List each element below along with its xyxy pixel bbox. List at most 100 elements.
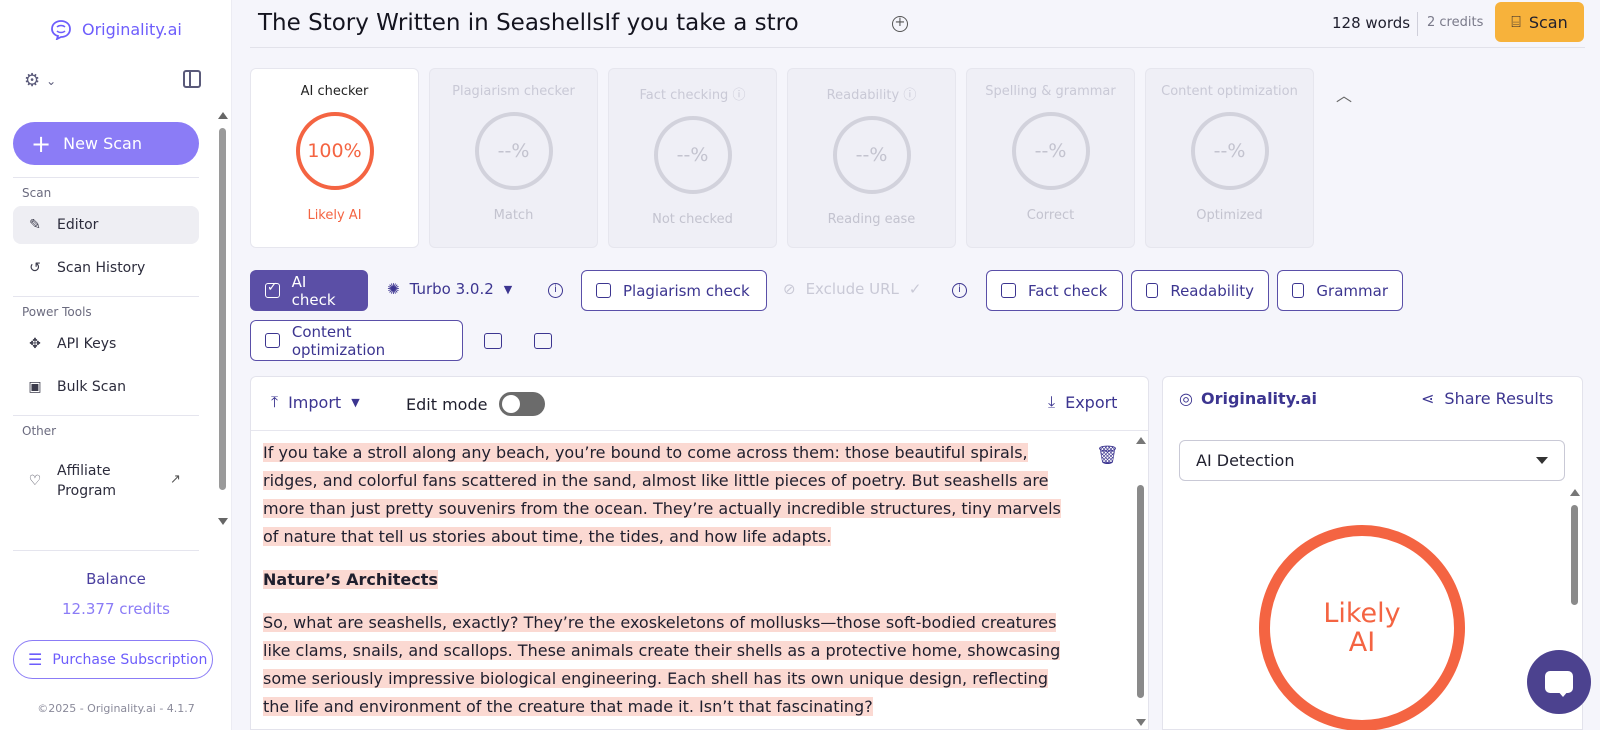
checkbox-icon xyxy=(265,333,280,348)
option-label: Content optimization xyxy=(291,322,386,359)
trash-icon[interactable]: 🗑 xyxy=(1096,445,1119,466)
sidebar-item-api-keys[interactable]: ✥ API Keys xyxy=(13,325,199,363)
info-icon: ⓘ xyxy=(903,88,917,103)
chevron-up-icon[interactable]: ︿ xyxy=(1336,82,1352,106)
video-icon[interactable] xyxy=(484,333,502,349)
editor-text[interactable]: If you take a stroll along any beach, yo… xyxy=(263,439,1073,730)
results-scrollbar[interactable] xyxy=(1571,505,1578,605)
card-subtitle: Match xyxy=(493,208,534,223)
sidebar-item-scan-history[interactable]: ↺ Scan History xyxy=(13,249,199,287)
bulk-scan-icon: ▣ xyxy=(28,379,42,395)
ai-check-toggle[interactable]: AI check xyxy=(250,270,368,311)
sidebar-item-bulk-scan[interactable]: ▣ Bulk Scan xyxy=(13,368,199,406)
option-label: Readability xyxy=(1170,281,1254,300)
affiliate-line-1: Affiliate xyxy=(57,463,111,479)
info-icon[interactable]: i xyxy=(548,283,563,298)
card-ai-checker[interactable]: AI checker 100% Likely AI xyxy=(250,68,419,248)
import-button[interactable]: ⤒ Import ▼ xyxy=(271,392,360,412)
export-button[interactable]: ⤓ Export xyxy=(1048,392,1117,412)
score-ring: --% xyxy=(1011,112,1090,190)
chat-feedback-icon[interactable] xyxy=(534,333,552,349)
card-plagiarism[interactable]: Plagiarism checker --% Match xyxy=(429,68,598,248)
option-label: Fact check xyxy=(1028,281,1108,300)
check-icon: ✓ xyxy=(908,280,922,298)
score-value: 100% xyxy=(307,140,362,162)
new-scan-button[interactable]: + New Scan xyxy=(13,122,199,165)
sidebar-item-editor[interactable]: ✎ Editor xyxy=(13,206,199,244)
verdict-line-1: Likely xyxy=(1323,598,1401,629)
option-label: Plagiarism check xyxy=(623,281,750,300)
scan-button[interactable]: ⌸ Scan xyxy=(1495,2,1584,42)
scroll-up-arrow[interactable] xyxy=(218,112,228,119)
checkbox-icon xyxy=(1146,283,1159,298)
section-label-other: Other xyxy=(22,424,57,438)
share-results-button[interactable]: ⋖ Share Results xyxy=(1421,389,1553,408)
title-underline xyxy=(250,47,1585,48)
plus-icon: + xyxy=(31,129,52,158)
scroll-down-arrow[interactable] xyxy=(1136,719,1146,726)
balance-title: Balance xyxy=(86,570,146,588)
affiliate-line-2: Program xyxy=(57,483,117,499)
collapse-sidebar-icon[interactable] xyxy=(183,70,201,88)
paragraph: If you take a stroll along any beach, yo… xyxy=(263,439,1073,551)
settings-menu[interactable]: ⚙ ⌄ xyxy=(24,70,56,91)
caret-down-icon xyxy=(1536,457,1548,464)
new-scan-label: New Scan xyxy=(63,134,142,153)
info-icon: ⓘ xyxy=(732,88,746,103)
import-label: Import xyxy=(288,392,342,412)
divider xyxy=(13,296,199,297)
section-label-scan: Scan xyxy=(22,186,52,200)
scroll-up-arrow[interactable] xyxy=(1570,489,1580,496)
checkbox-icon xyxy=(265,280,280,298)
card-subtitle: Not checked xyxy=(652,212,733,227)
score-ring: 100% xyxy=(295,112,374,190)
detection-type-select[interactable]: AI Detection xyxy=(1179,440,1565,481)
results-panel: ◎ Originality.ai ⋖ Share Results AI Dete… xyxy=(1162,376,1583,730)
card-subtitle: Correct xyxy=(1026,208,1075,223)
card-subtitle: Optimized xyxy=(1196,208,1263,223)
plagiarism-check-toggle[interactable]: Plagiarism check xyxy=(581,270,767,311)
card-title: Fact checking ⓘ xyxy=(609,84,776,103)
scroll-up-arrow[interactable] xyxy=(1136,437,1146,444)
results-brand: ◎ Originality.ai xyxy=(1179,389,1317,408)
word-count: 128 words xyxy=(1332,14,1411,32)
link-off-icon: ⊘ xyxy=(783,280,796,298)
divider xyxy=(1417,12,1418,36)
document-title[interactable]: The Story Written in SeashellsIf you tak… xyxy=(258,10,799,36)
card-title: Readability ⓘ xyxy=(788,84,955,103)
history-icon: ↺ xyxy=(29,260,41,276)
card-spelling-grammar[interactable]: Spelling & grammar --% Correct xyxy=(966,68,1135,248)
results-brand-name: Originality.ai xyxy=(1200,389,1318,408)
brand-logo[interactable]: Originality.ai xyxy=(48,18,182,40)
score-ring: --% xyxy=(474,112,553,190)
card-content-optimization[interactable]: Content optimization --% Optimized xyxy=(1145,68,1314,248)
content-optimization-toggle[interactable]: Content optimization xyxy=(250,320,463,361)
share-icon: ⋖ xyxy=(1421,389,1435,408)
edit-mode-toggle[interactable] xyxy=(499,392,546,416)
scroll-down-arrow[interactable] xyxy=(218,518,228,525)
divider xyxy=(13,550,199,551)
info-icon[interactable]: i xyxy=(952,283,967,298)
sidebar-scrollbar[interactable] xyxy=(219,128,226,490)
card-title: Content optimization xyxy=(1161,84,1298,99)
exclude-url-option[interactable]: ⊘ Exclude URL ✓ xyxy=(783,280,921,298)
purchase-subscription-button[interactable]: ☰ Purchase Subscription xyxy=(13,640,213,679)
editor-scrollbar[interactable] xyxy=(1137,485,1144,698)
download-icon: ⤓ xyxy=(1048,392,1056,411)
paragraph: So, what are seashells, exactly? They’re… xyxy=(263,609,1073,721)
fact-check-toggle[interactable]: Fact check xyxy=(986,270,1123,311)
readability-toggle[interactable]: Readability xyxy=(1131,270,1269,311)
share-label: Share Results xyxy=(1444,389,1554,408)
pencil-icon: ✎ xyxy=(29,217,41,233)
score-value: --% xyxy=(855,144,888,166)
add-icon[interactable]: + xyxy=(892,16,908,32)
card-readability[interactable]: Readability ⓘ --% Reading ease xyxy=(787,68,956,248)
scan-credits: 2 credits xyxy=(1427,15,1484,30)
card-fact-checking[interactable]: Fact checking ⓘ --% Not checked xyxy=(608,68,777,248)
card-title: AI checker xyxy=(300,84,369,99)
chat-support-button[interactable] xyxy=(1527,650,1591,714)
verdict-line-2: AI xyxy=(1348,627,1376,658)
sidebar-item-label: Editor xyxy=(57,217,99,233)
grammar-toggle[interactable]: Grammar xyxy=(1277,270,1403,311)
model-select[interactable]: ✺ Turbo 3.0.2 ▼ xyxy=(387,280,512,298)
